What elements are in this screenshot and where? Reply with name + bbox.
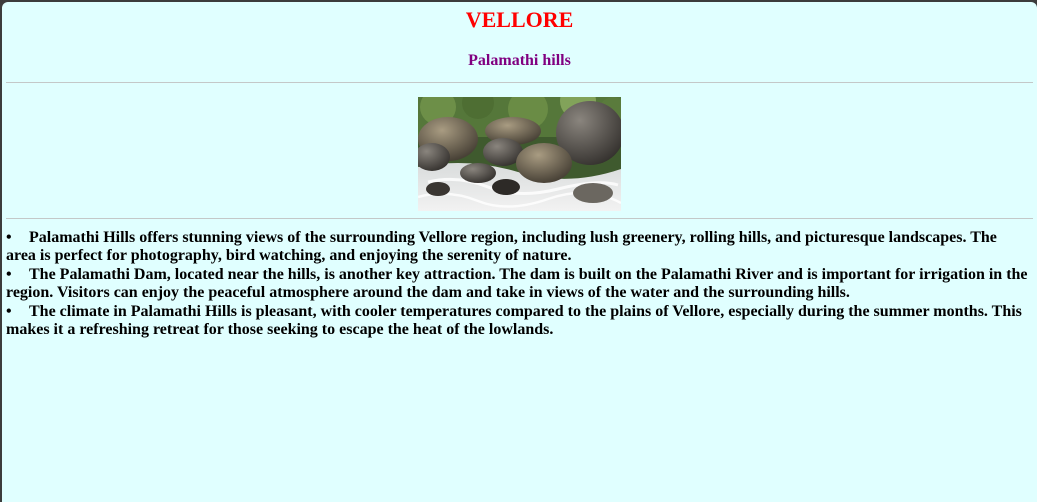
list-item-text: The climate in Palamathi Hills is pleasa…: [6, 302, 1022, 339]
list-item: • The Palamathi Dam, located near the hil…: [6, 266, 1029, 303]
image-container: [6, 97, 1033, 211]
bullet-icon: •: [6, 229, 12, 246]
bullet-icon: •: [6, 302, 12, 320]
page-title: VELLORE: [465, 7, 574, 32]
facts-list: • Palamathi Hills offers stunning views o…: [6, 229, 1033, 339]
divider-top: [6, 82, 1033, 83]
divider-bottom: [6, 218, 1033, 219]
page-content: VELLORE Palamathi hills • Palamathi Hill…: [2, 2, 1037, 502]
list-item-text: Palamathi Hills offers stunning views of…: [6, 229, 997, 265]
list-item-text: The Palamathi Dam, located near the hill…: [6, 265, 1028, 302]
list-item: • The climate in Palamathi Hills is pleas…: [6, 303, 1029, 340]
page-subtitle: Palamathi hills: [468, 52, 571, 69]
palamathi-hills-photo: [418, 97, 621, 211]
bullet-icon: •: [6, 265, 12, 283]
list-item: • Palamathi Hills offers stunning views o…: [6, 229, 1029, 266]
